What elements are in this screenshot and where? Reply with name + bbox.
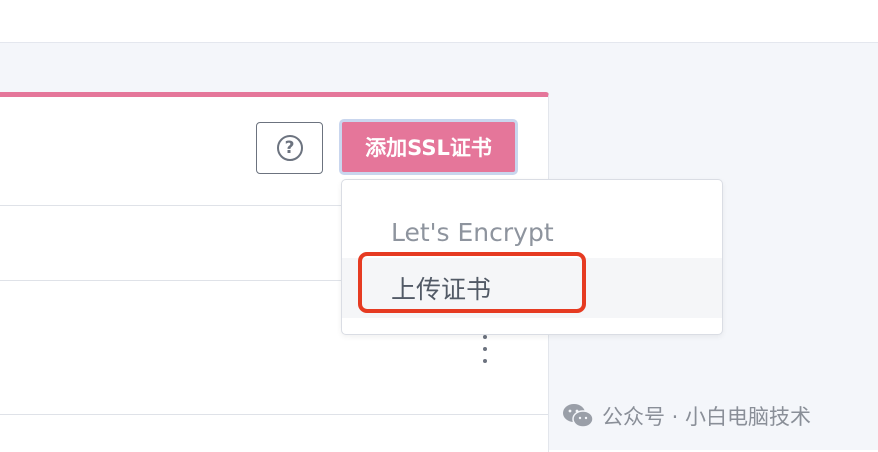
dropdown-item-upload-certificate[interactable]: 上传证书 xyxy=(342,258,722,318)
add-ssl-certificate-button[interactable]: 添加SSL证书 xyxy=(339,119,518,175)
watermark: 公众号 · 小白电脑技术 xyxy=(562,398,811,434)
dropdown-item-lets-encrypt[interactable]: Let's Encrypt xyxy=(342,206,722,258)
add-certificate-dropdown: Let's Encrypt 上传证书 xyxy=(341,179,723,335)
watermark-text: 公众号 · 小白电脑技术 xyxy=(602,405,812,429)
help-button[interactable]: ? xyxy=(256,122,323,174)
divider xyxy=(0,414,548,415)
help-icon: ? xyxy=(276,135,303,161)
wechat-icon xyxy=(563,404,594,428)
top-bar xyxy=(0,0,878,43)
more-vertical-icon[interactable] xyxy=(478,335,492,363)
search-field-container xyxy=(0,110,250,185)
